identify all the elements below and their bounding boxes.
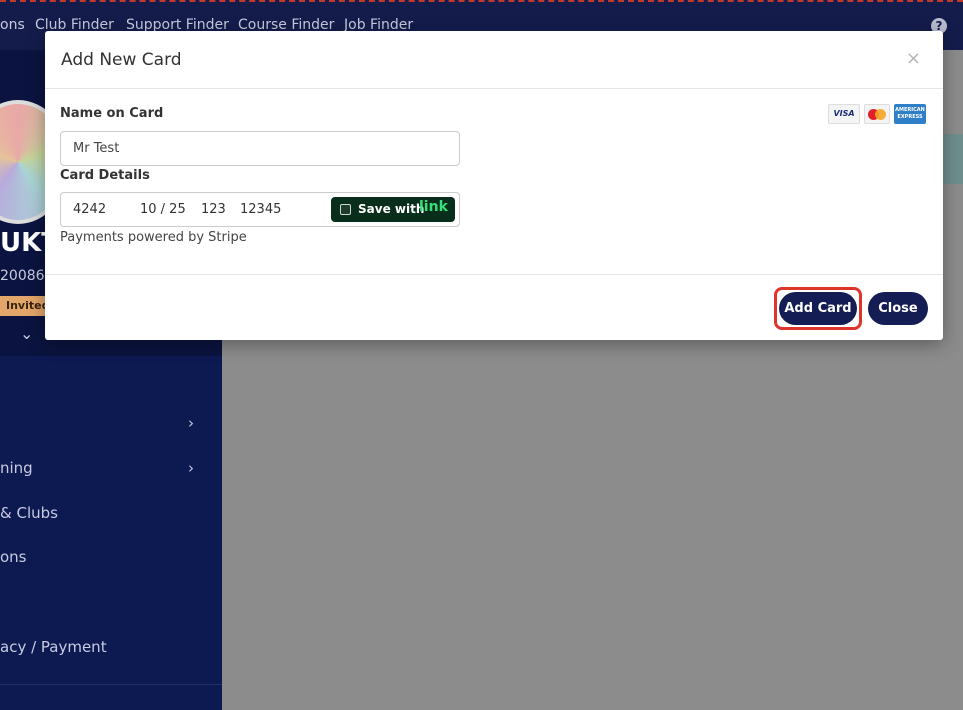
- card-zip-field[interactable]: 12345: [240, 202, 281, 217]
- modal-footer: Add Card Close: [45, 274, 943, 340]
- save-with-link-button[interactable]: Save with link: [331, 197, 455, 222]
- sidebar-item-privacy-payment[interactable]: acy / Payment: [0, 638, 222, 656]
- chevron-right-icon: ›: [188, 459, 194, 477]
- save-with-link-checkbox[interactable]: [340, 204, 351, 215]
- modal-header: Add New Card ×: [45, 31, 943, 89]
- visa-icon: VISA: [828, 104, 860, 124]
- mastercard-icon: [864, 104, 890, 124]
- close-button[interactable]: Close: [868, 292, 928, 325]
- nav-link-ons[interactable]: ons: [0, 17, 25, 33]
- sidebar-item-clubs[interactable]: & Clubs: [0, 504, 222, 522]
- name-on-card-label: Name on Card: [60, 106, 164, 121]
- chevron-right-icon: ›: [188, 414, 194, 432]
- sidebar-item-training[interactable]: ning ›: [0, 459, 222, 477]
- sidebar-item-sessions[interactable]: ons: [0, 548, 222, 566]
- sidebar-item-label: ons: [0, 548, 27, 566]
- sidebar-divider: [0, 684, 222, 685]
- card-details-label: Card Details: [60, 168, 150, 183]
- save-with-link-label: Save with: [358, 202, 425, 216]
- chevron-down-icon[interactable]: ⌄: [20, 324, 33, 343]
- profile-id: 20086: [0, 268, 45, 284]
- card-expiry-field[interactable]: 10 / 25: [140, 202, 186, 217]
- card-brand-logos: VISA AMERICAN EXPRESS: [828, 104, 928, 124]
- add-card-button[interactable]: Add Card: [779, 292, 857, 325]
- card-cvc-field[interactable]: 123: [201, 202, 226, 217]
- close-icon[interactable]: ×: [906, 48, 921, 69]
- sidebar-item-label: & Clubs: [0, 504, 58, 522]
- card-number-field[interactable]: 4242: [73, 202, 106, 217]
- link-logo: link: [419, 199, 448, 215]
- modal-title: Add New Card: [61, 50, 182, 70]
- add-card-highlight: Add Card: [774, 287, 862, 330]
- add-card-modal: Add New Card × VISA AMERICAN EXPRESS Nam…: [45, 31, 943, 340]
- name-on-card-input[interactable]: [60, 131, 460, 166]
- powered-by-stripe: Payments powered by Stripe: [60, 230, 247, 245]
- amex-icon: AMERICAN EXPRESS: [894, 104, 926, 124]
- sidebar-item-1[interactable]: ›: [0, 414, 222, 434]
- sidebar-item-label: ning: [0, 459, 33, 477]
- card-details-input[interactable]: 4242 10 / 25 123 12345 Save with link: [60, 192, 460, 227]
- sidebar-item-label: acy / Payment: [0, 638, 107, 656]
